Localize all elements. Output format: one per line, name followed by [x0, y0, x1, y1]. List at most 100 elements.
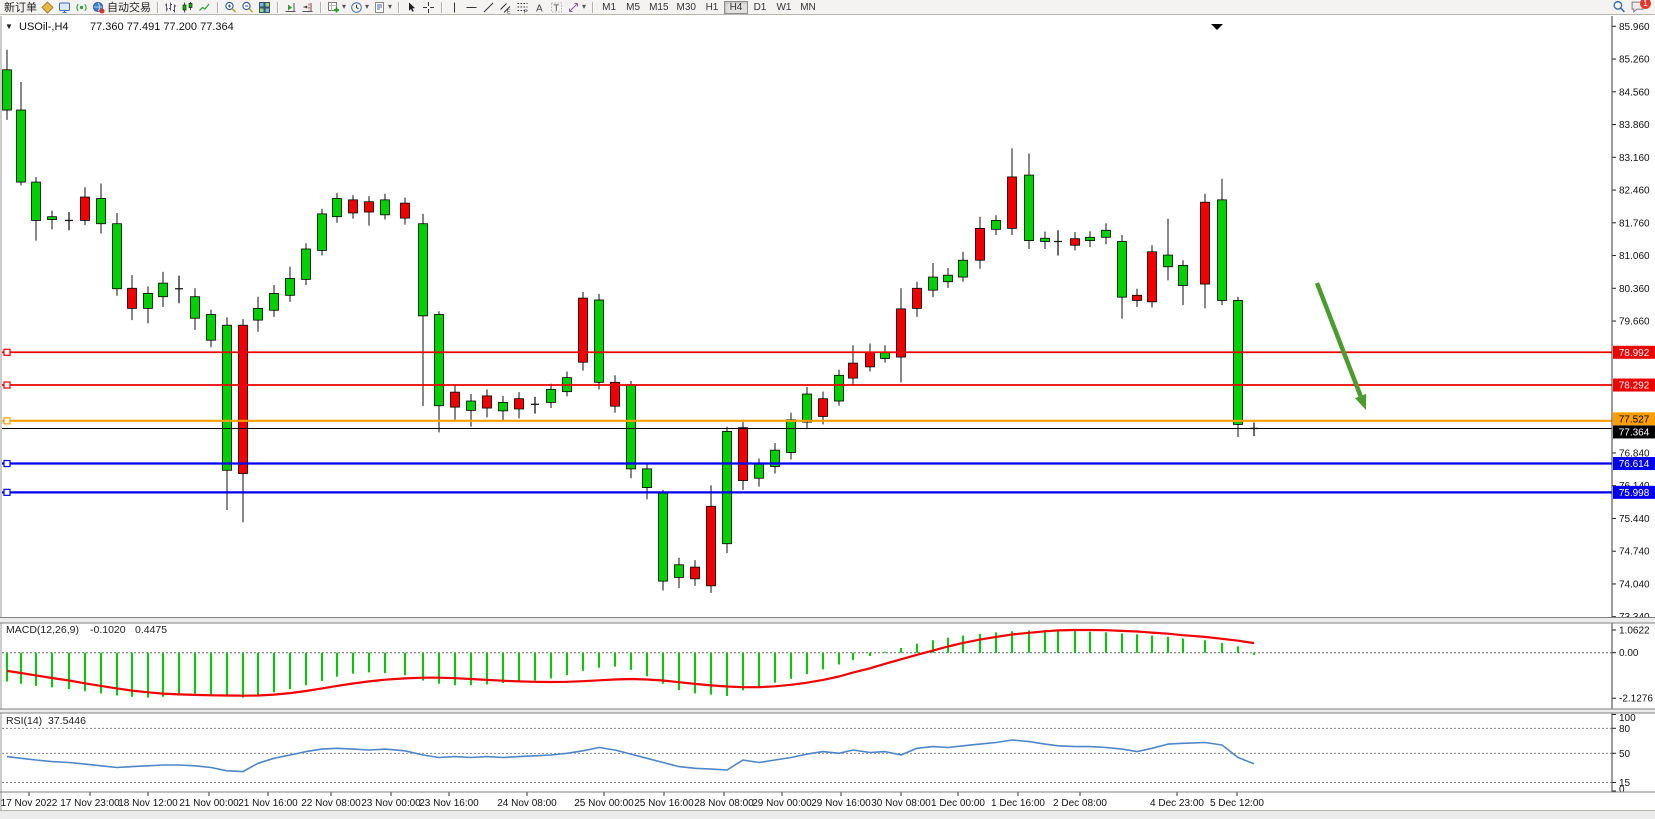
- tab-timeframe-m15[interactable]: M15: [645, 1, 672, 14]
- panel-separator-band[interactable]: [0, 710, 1655, 713]
- line-handle[interactable]: [4, 382, 10, 388]
- time-tick-label: 2 Dec 08:00: [1053, 798, 1107, 809]
- candle-bear: [739, 428, 748, 481]
- candle-bull: [3, 70, 12, 110]
- candle-bull: [675, 565, 684, 578]
- time-tick-label: 21 Nov 00:00: [179, 798, 239, 809]
- market-watch-button[interactable]: [39, 0, 56, 14]
- signal-icon: [75, 1, 88, 14]
- price-tick-label: 85.960: [1619, 22, 1650, 33]
- new-chart-button[interactable]: ▾: [325, 0, 348, 14]
- line-handle[interactable]: [4, 349, 10, 355]
- line-handle[interactable]: [4, 489, 10, 495]
- candle-bull: [929, 277, 938, 290]
- rsi-plot-area[interactable]: [2, 713, 1612, 792]
- tile-windows-icon: [258, 1, 271, 14]
- tab-timeframe-h1[interactable]: H1: [700, 1, 724, 14]
- line-handle[interactable]: [4, 418, 10, 424]
- candle-bear: [349, 200, 358, 213]
- trendline-button[interactable]: [480, 0, 497, 14]
- search-button[interactable]: [1610, 0, 1628, 14]
- tab-timeframe-mn[interactable]: MN: [796, 1, 820, 14]
- crosshair-icon: [422, 1, 435, 14]
- clock-icon: [350, 1, 363, 14]
- rsi-tick-label: 80: [1619, 724, 1631, 735]
- candle-bear: [128, 288, 137, 308]
- candle-bear: [1008, 177, 1017, 228]
- symbol-dropdown-icon[interactable]: ▼: [5, 22, 13, 31]
- tab-timeframe-m5[interactable]: M5: [621, 1, 645, 14]
- market-watch-icon: [41, 1, 54, 14]
- zoom-in-button[interactable]: [222, 0, 239, 14]
- tile-windows-button[interactable]: [256, 0, 273, 14]
- line-price-label-text: 76.614: [1619, 459, 1650, 470]
- periods-button[interactable]: ▾: [348, 0, 371, 14]
- candle-bull: [992, 220, 1001, 229]
- shapes-button[interactable]: ▾: [565, 0, 588, 14]
- new-order-button[interactable]: 新订单: [2, 0, 39, 14]
- tab-timeframe-w1[interactable]: W1: [772, 1, 796, 14]
- templates-button[interactable]: ▾: [371, 0, 394, 14]
- candle-bull: [787, 420, 796, 453]
- candle-bull: [1118, 242, 1127, 298]
- tab-timeframe-m1[interactable]: M1: [597, 1, 621, 14]
- line-handle[interactable]: [4, 461, 10, 467]
- candle-bear: [483, 396, 492, 408]
- autotrade-button[interactable]: 自动交易: [90, 0, 153, 14]
- zoom-out-icon: [241, 1, 254, 14]
- vertical-line-icon: [448, 1, 461, 14]
- chat-button[interactable]: 1: [1628, 0, 1647, 14]
- search-icon: [1612, 0, 1626, 14]
- channel-button[interactable]: E: [497, 0, 514, 14]
- toolbar-separator: [441, 2, 442, 13]
- time-tick-label: 29 Nov 16:00: [811, 798, 871, 809]
- chart-shift-button[interactable]: [299, 0, 316, 14]
- auto-scroll-button[interactable]: [282, 0, 299, 14]
- line-chart-icon: [198, 1, 211, 14]
- chevron-down-icon: ▾: [365, 2, 369, 12]
- candlestick-chart-icon: [181, 1, 194, 14]
- candle-bear: [401, 203, 410, 218]
- candle-bull: [1179, 265, 1188, 285]
- price-tick-label: 81.060: [1619, 251, 1650, 262]
- price-tick-label: 84.560: [1619, 87, 1650, 98]
- notification-badge: 1: [1640, 0, 1651, 9]
- toolbar-separator: [320, 2, 321, 13]
- tab-timeframe-h4[interactable]: H4: [724, 1, 748, 14]
- macd-value-main: -0.1020: [90, 624, 126, 636]
- time-tick-label: 17 Nov 23:00: [60, 798, 120, 809]
- line-price-label-text: 75.998: [1619, 488, 1650, 499]
- toolbar-separator: [592, 2, 593, 13]
- svg-text:T: T: [554, 3, 560, 13]
- autotrade-globe-icon: [92, 1, 105, 14]
- crosshair-button[interactable]: [420, 0, 437, 14]
- text-button[interactable]: A: [531, 0, 548, 14]
- new-chart-icon: [327, 1, 340, 14]
- horizontal-line-button[interactable]: [463, 0, 480, 14]
- rsi-tick-label: 0: [1619, 785, 1625, 796]
- candle-bull: [627, 385, 636, 469]
- bar-chart-button[interactable]: [162, 0, 179, 14]
- line-chart-button[interactable]: [196, 0, 213, 14]
- signals-button[interactable]: [73, 0, 90, 14]
- candlestick-chart-button[interactable]: [179, 0, 196, 14]
- chart-title-symbol: USOil-,H4: [19, 21, 69, 33]
- text-label-button[interactable]: T: [548, 0, 565, 14]
- chevron-down-icon: ▾: [582, 2, 586, 12]
- zoom-out-button[interactable]: [239, 0, 256, 14]
- panel-separator-band[interactable]: [0, 618, 1655, 623]
- chart-window-button[interactable]: [56, 0, 73, 14]
- candle-bull: [286, 278, 295, 295]
- candle-bull: [159, 283, 168, 297]
- chart-plot-area[interactable]: [2, 16, 1612, 617]
- tab-timeframe-d1[interactable]: D1: [748, 1, 772, 14]
- fibonacci-button[interactable]: F: [514, 0, 531, 14]
- macd-tick-label: 1.0622: [1619, 625, 1650, 636]
- cursor-button[interactable]: [403, 0, 420, 14]
- candle-bull: [48, 217, 57, 220]
- macd-value-signal: 0.4475: [135, 624, 167, 636]
- vertical-line-button[interactable]: [446, 0, 463, 14]
- candle-bear: [866, 352, 875, 367]
- tab-timeframe-m30[interactable]: M30: [673, 1, 700, 14]
- time-tick-label: 5 Dec 12:00: [1210, 798, 1264, 809]
